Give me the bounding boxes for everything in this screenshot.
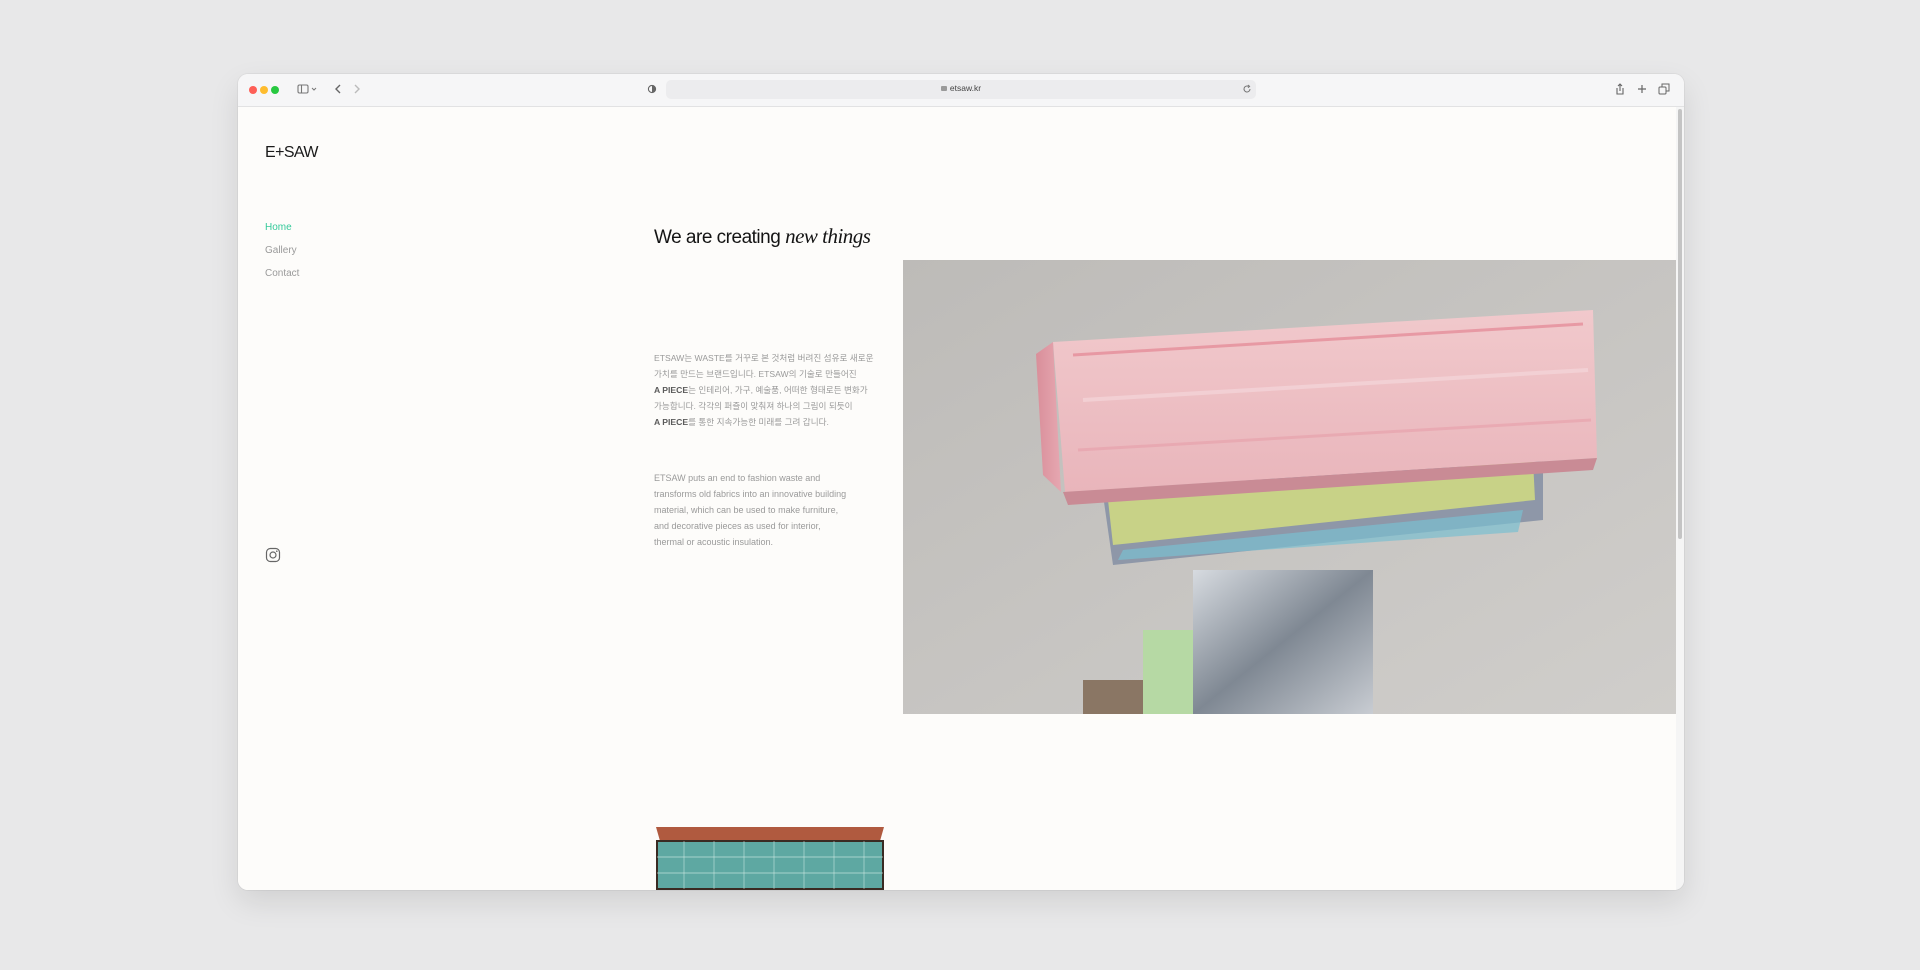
- site-logo[interactable]: E+SAW: [265, 144, 335, 160]
- en-line: and decorative pieces as used for interi…: [654, 521, 821, 531]
- nav-gallery[interactable]: Gallery: [265, 245, 297, 256]
- product-thumbnail[interactable]: [654, 825, 886, 890]
- kr-line: 가능합니다. 각각의 퍼즐이 맞춰져 하나의 그림이 되듯이: [654, 401, 853, 411]
- sidebar-icon[interactable]: [297, 82, 309, 96]
- browser-toolbar: etsaw.kr: [238, 74, 1684, 107]
- kr-line: ETSAW는 WASTE를 거꾸로 본 것처럼 버려진 섬유로 새로운: [654, 353, 874, 363]
- en-line: thermal or acoustic insulation.: [654, 537, 774, 547]
- kr-bold: A PIECE: [654, 385, 689, 395]
- reload-icon[interactable]: [1242, 84, 1252, 94]
- share-icon[interactable]: [1614, 82, 1626, 96]
- instagram-icon[interactable]: [265, 547, 281, 563]
- shield-icon[interactable]: [647, 82, 657, 96]
- webpage: E+SAW Home Gallery Contact We are creati…: [238, 107, 1676, 890]
- browser-window: etsaw.kr E+SAW Home Gallery Contact We a…: [238, 74, 1684, 890]
- new-tab-icon[interactable]: [1636, 82, 1648, 96]
- kr-line: 는 인테리어, 가구, 예술품, 어떠한 형태로든 변화가: [688, 385, 868, 395]
- hero-headline: We are creating new things: [654, 224, 871, 249]
- scroll-thumb[interactable]: [1678, 109, 1682, 539]
- en-line: transforms old fabrics into an innovativ…: [654, 489, 847, 499]
- en-line: material, which can be used to make furn…: [654, 505, 839, 515]
- nav-home[interactable]: Home: [265, 222, 292, 233]
- hero-image: [903, 260, 1676, 714]
- close-window-button[interactable]: [249, 86, 257, 94]
- kr-line: 가치를 만드는 브랜드입니다. ETSAW의 기술로 만들어진: [654, 369, 857, 379]
- tabs-icon[interactable]: [1658, 82, 1670, 96]
- minimize-window-button[interactable]: [260, 86, 268, 94]
- page-scrollbar[interactable]: [1676, 107, 1684, 890]
- url-display: etsaw.kr: [666, 83, 1256, 93]
- headline-italic: new things: [785, 224, 871, 248]
- lock-icon: [940, 86, 947, 91]
- english-description: ETSAW puts an end to fashion waste and t…: [654, 470, 894, 550]
- headline-plain: We are creating: [654, 227, 786, 248]
- forward-icon[interactable]: [353, 82, 361, 96]
- logo-text: E+SAW: [265, 144, 319, 160]
- nav-contact[interactable]: Contact: [265, 268, 299, 279]
- korean-description: ETSAW는 WASTE를 거꾸로 본 것처럼 버려진 섬유로 새로운 가치를 …: [654, 350, 894, 430]
- back-icon[interactable]: [334, 82, 342, 96]
- en-line: ETSAW puts an end to fashion waste and: [654, 473, 821, 483]
- address-bar[interactable]: etsaw.kr: [666, 80, 1256, 99]
- maximize-window-button[interactable]: [271, 86, 279, 94]
- kr-line: 를 통한 지속가능한 미래를 그려 갑니다.: [688, 417, 829, 427]
- url-text: etsaw.kr: [949, 83, 982, 93]
- kr-bold: A PIECE: [654, 417, 689, 427]
- chevron-down-icon[interactable]: [311, 82, 317, 96]
